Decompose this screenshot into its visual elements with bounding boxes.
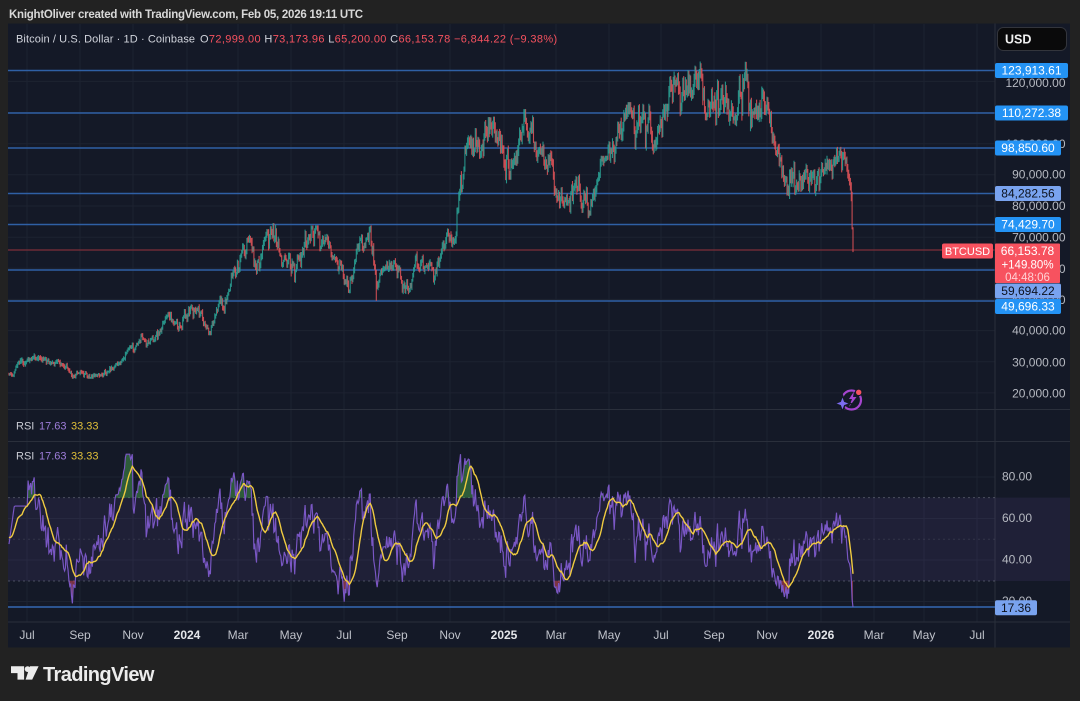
- svg-text:May: May: [913, 628, 936, 642]
- svg-text:40.00: 40.00: [1002, 553, 1032, 567]
- svg-text:17.63: 17.63: [39, 451, 67, 463]
- svg-text:Sep: Sep: [386, 628, 408, 642]
- svg-text:59,694.22: 59,694.22: [1001, 284, 1055, 298]
- svg-text:Nov: Nov: [756, 628, 777, 642]
- svg-text:33.33: 33.33: [71, 451, 99, 463]
- svg-text:May: May: [280, 628, 303, 642]
- svg-text:70,000.00: 70,000.00: [1012, 231, 1066, 245]
- svg-text:04:48:06: 04:48:06: [1005, 272, 1050, 284]
- svg-text:74,429.70: 74,429.70: [1001, 218, 1055, 232]
- svg-text:80,000.00: 80,000.00: [1012, 199, 1066, 213]
- svg-text:2024: 2024: [174, 628, 201, 642]
- svg-text:110,272.38: 110,272.38: [1002, 106, 1061, 120]
- svg-text:May: May: [598, 628, 621, 642]
- svg-text:Nov: Nov: [439, 628, 460, 642]
- svg-text:TradingView: TradingView: [43, 664, 155, 686]
- svg-text:Jul: Jul: [653, 628, 668, 642]
- svg-text:49,696.33: 49,696.33: [1001, 300, 1055, 314]
- svg-text:Jul: Jul: [19, 628, 34, 642]
- svg-text:40,000.00: 40,000.00: [1012, 324, 1066, 338]
- svg-text:17.36: 17.36: [1001, 601, 1031, 615]
- svg-text:Mar: Mar: [228, 628, 249, 642]
- svg-text:KnightOliver created with Trad: KnightOliver created with TradingView.co…: [9, 9, 363, 21]
- svg-text:Bitcoin / U.S. Dollar · 1D · C: Bitcoin / U.S. Dollar · 1D · Coinbase: [16, 34, 195, 46]
- svg-text:98,850.60: 98,850.60: [1001, 141, 1055, 155]
- svg-text:17.63: 17.63: [39, 421, 67, 433]
- svg-text:80.00: 80.00: [1002, 470, 1032, 484]
- svg-text:BTCUSD: BTCUSD: [945, 246, 990, 258]
- svg-text:RSI: RSI: [16, 451, 34, 463]
- svg-text:84,282.56: 84,282.56: [1001, 187, 1055, 201]
- svg-text:33.33: 33.33: [71, 421, 99, 433]
- svg-text:Sep: Sep: [69, 628, 91, 642]
- svg-text:Jul: Jul: [336, 628, 351, 642]
- svg-text:60.00: 60.00: [1002, 511, 1032, 525]
- svg-text:+149.80%: +149.80%: [1001, 260, 1053, 272]
- svg-text:Jul: Jul: [969, 628, 984, 642]
- svg-text:RSI: RSI: [16, 421, 34, 433]
- svg-text:O72,999.00 H73,173.96 L65,200.: O72,999.00 H73,173.96 L65,200.00 C66,153…: [200, 34, 558, 46]
- svg-text:Mar: Mar: [864, 628, 885, 642]
- svg-text:120,000.00: 120,000.00: [1005, 76, 1065, 90]
- svg-text:Mar: Mar: [546, 628, 567, 642]
- svg-text:123,913.61: 123,913.61: [1001, 64, 1061, 78]
- svg-text:USD: USD: [1005, 33, 1031, 47]
- svg-text:2025: 2025: [491, 628, 518, 642]
- svg-text:Nov: Nov: [122, 628, 143, 642]
- svg-text:66,153.78: 66,153.78: [1001, 244, 1055, 258]
- svg-text:2026: 2026: [808, 628, 835, 642]
- svg-text:30,000.00: 30,000.00: [1012, 356, 1066, 370]
- svg-text:20,000.00: 20,000.00: [1012, 387, 1066, 401]
- svg-text:Sep: Sep: [703, 628, 725, 642]
- svg-text:90,000.00: 90,000.00: [1012, 168, 1066, 182]
